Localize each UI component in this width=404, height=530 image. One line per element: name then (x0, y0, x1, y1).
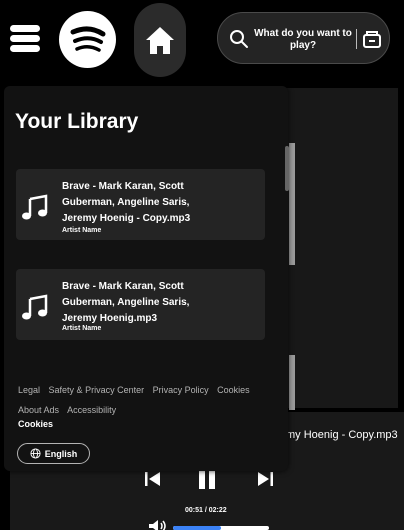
next-icon[interactable] (256, 470, 274, 488)
track-title: Brave - Mark Karan, Scott Guberman, Ange… (62, 281, 190, 324)
track-artist: Artist Name (62, 227, 102, 234)
search-bar[interactable]: What do you want to play? (217, 12, 390, 64)
music-note-icon (22, 294, 48, 320)
music-note-icon (22, 194, 48, 220)
previous-icon[interactable] (144, 470, 162, 488)
cookies-settings-link[interactable]: Cookies (18, 419, 53, 429)
album-art-strip (289, 355, 295, 410)
spotify-logo-icon (70, 26, 106, 52)
language-label: English (44, 448, 78, 459)
globe-icon (30, 448, 41, 459)
menu-icon[interactable] (10, 25, 42, 55)
spotify-logo[interactable] (59, 11, 116, 68)
search-input[interactable]: What do you want to play? (250, 28, 356, 52)
footer-links: Legal Safety & Privacy Center Privacy Po… (18, 380, 280, 420)
language-button[interactable]: English (17, 443, 90, 464)
volume-icon[interactable] (148, 519, 168, 530)
search-divider (356, 29, 357, 49)
library-title: Your Library (15, 110, 139, 133)
library-item[interactable]: Brave - Mark Karan, Scott Guberman, Ange… (16, 269, 265, 340)
search-icon (230, 30, 248, 48)
track-artist: Artist Name (62, 325, 102, 332)
playback-time: 00:51 / 02:22 (185, 507, 227, 514)
library-scrollbar[interactable] (285, 146, 289, 191)
about-ads-link[interactable]: About Ads (18, 405, 59, 415)
browse-icon[interactable] (362, 29, 382, 49)
main-content-panel (286, 88, 398, 408)
library-panel: Your Library Brave - Mark Karan, Scott G… (4, 86, 289, 471)
accessibility-link[interactable]: Accessibility (67, 405, 116, 415)
privacy-policy-link[interactable]: Privacy Policy (153, 385, 209, 395)
cookies-link[interactable]: Cookies (217, 385, 250, 395)
now-playing-title: my Hoenig - Copy.mp3 (286, 429, 398, 441)
pause-icon[interactable] (197, 470, 217, 490)
track-title: Brave - Mark Karan, Scott Guberman, Ange… (62, 181, 191, 224)
home-icon (146, 27, 174, 54)
album-art-strip (289, 143, 295, 265)
safety-privacy-link[interactable]: Safety & Privacy Center (49, 385, 145, 395)
home-button[interactable] (134, 3, 186, 77)
volume-slider-fill (173, 526, 221, 530)
library-item[interactable]: Brave - Mark Karan, Scott Guberman, Ange… (16, 169, 265, 240)
legal-link[interactable]: Legal (18, 385, 40, 395)
